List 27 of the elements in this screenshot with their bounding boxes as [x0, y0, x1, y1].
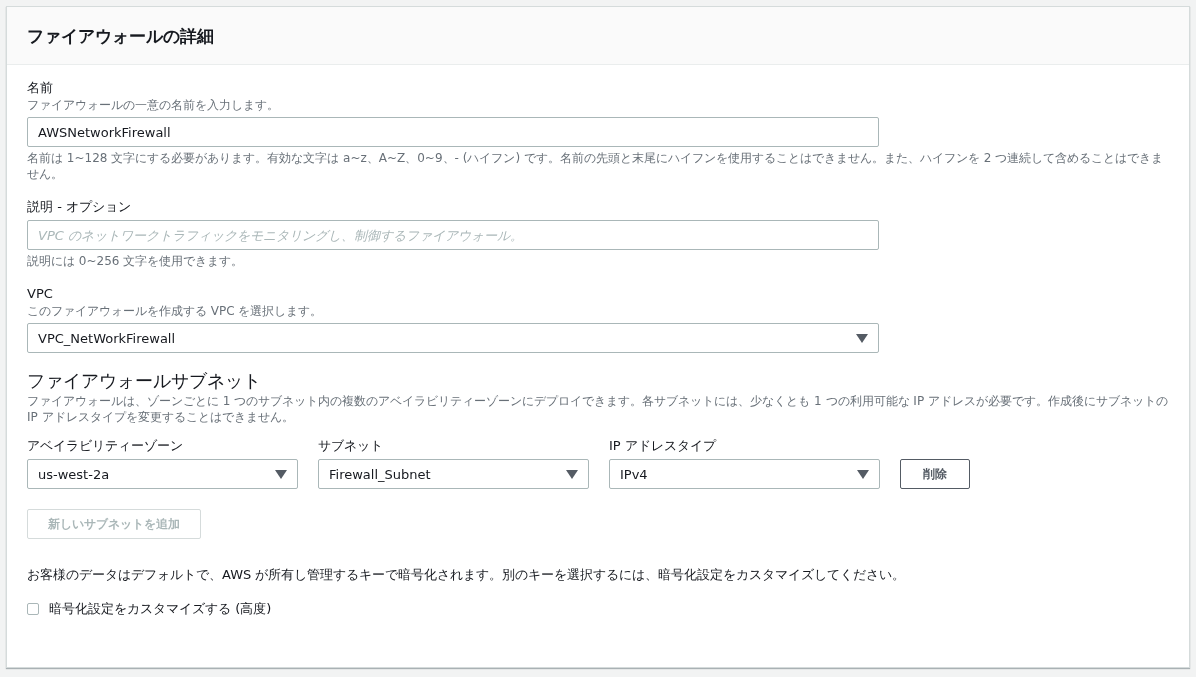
field-description: ファイアウォールの一意の名前を入力します。 [27, 97, 280, 113]
panel-title: ファイアウォールの詳細 [27, 25, 215, 48]
vpc-select[interactable]: VPC_NetWorkFirewall [27, 323, 879, 353]
field-description: このファイアウォールを作成する VPC を選択します。 [27, 303, 324, 319]
dropdown-caret-icon [857, 469, 869, 479]
name-input-field[interactable]: AWSNetworkFirewall [27, 117, 879, 147]
remove-button[interactable]: 削除 [900, 459, 970, 489]
field-label: 名前 [27, 79, 54, 97]
section-heading: ファイアウォールサブネット [27, 369, 262, 393]
field-label: 説明 - オプション [27, 198, 132, 216]
column-label: IP アドレスタイプ [609, 437, 718, 455]
dropdown-caret-icon [566, 469, 578, 479]
subnet-select[interactable]: us-west-2a [27, 459, 298, 489]
column-label: サブネット [318, 437, 384, 455]
checkbox-label: 暗号化設定をカスタマイズする (高度) [49, 600, 272, 618]
field-label: VPC [27, 285, 54, 303]
subnet-select[interactable]: IPv4 [609, 459, 880, 489]
field-constraint: 名前は 1~128 文字にする必要があります。有効な文字は a~z、A~Z、0~9、- (ハイフン) です。名前の先頭と末尾にハイフンを使用することはできません。また、ハイフンを 2 つ連続して含めることはできません。 [27, 150, 1165, 182]
subnet-select[interactable]: Firewall_Subnet [318, 459, 589, 489]
dropdown-caret-icon [275, 469, 287, 479]
column-label: アベイラビリティーゾーン [27, 437, 184, 455]
description-input-field[interactable]: VPC のネットワークトラフィックをモニタリングし、制御するファイアウォール。 [27, 220, 879, 250]
encryption-note: お客様のデータはデフォルトで、AWS が所有し管理するキーで暗号化されます。別のキーを選択するには、暗号化設定をカスタマイズしてください。 [27, 566, 907, 584]
section-description: ファイアウォールは、ゾーンごとに 1 つのサブネット内の複数のアベイラビリティーゾーンにデプロイできます。各サブネットには、少なくとも 1 つの利用可能な IP アドレスが必要です。作成後にサブネットの IP アドレスタイプを変更することはできません。 [27, 393, 1169, 425]
field-constraint: 説明には 0~256 文字を使用できます。 [27, 253, 245, 269]
checkbox[interactable] [27, 603, 39, 615]
dropdown-caret-icon [856, 333, 868, 343]
